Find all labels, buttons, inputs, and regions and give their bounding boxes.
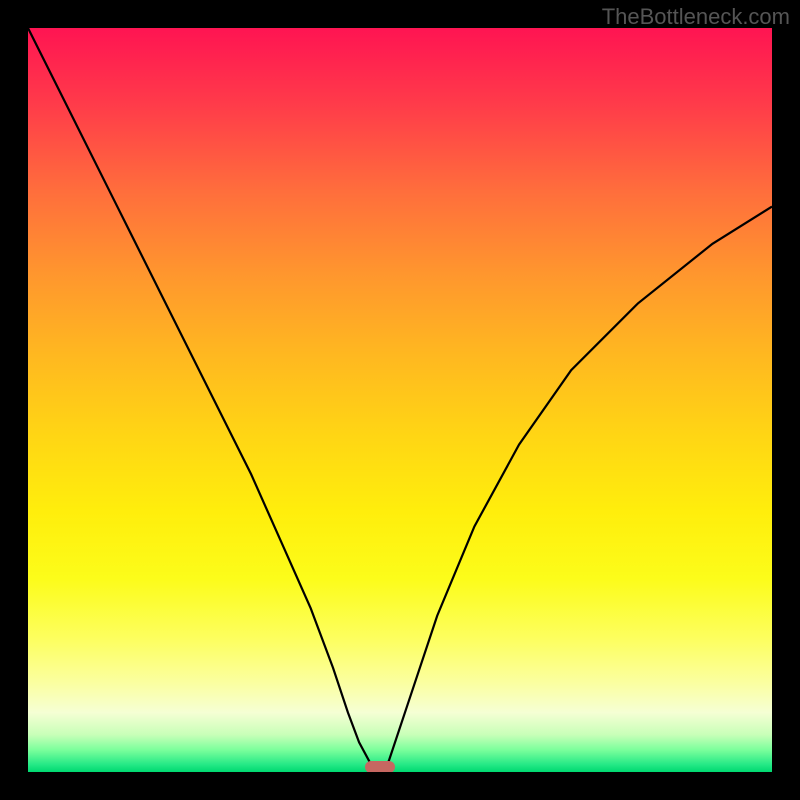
plot-area <box>28 28 772 772</box>
chart-frame: TheBottleneck.com <box>0 0 800 800</box>
curve-svg <box>28 28 772 772</box>
bottleneck-curve-path <box>28 28 772 772</box>
optimal-marker <box>365 761 395 772</box>
watermark-text: TheBottleneck.com <box>602 4 790 30</box>
